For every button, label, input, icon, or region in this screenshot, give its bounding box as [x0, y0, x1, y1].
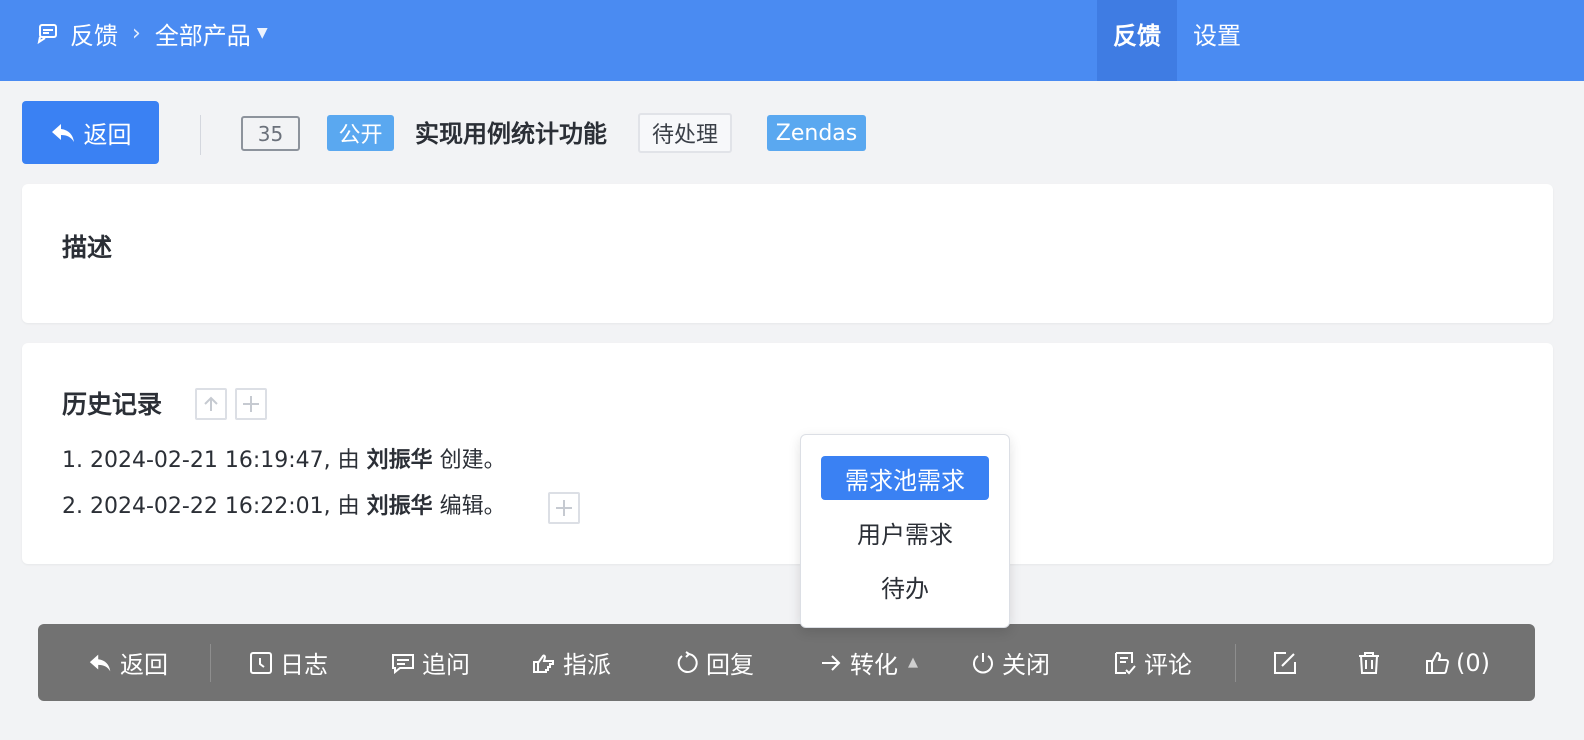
back-arrow-icon — [89, 654, 111, 671]
clock-icon — [250, 651, 272, 674]
arrow-right-icon — [822, 654, 841, 671]
assign-label: 指派 — [563, 651, 611, 679]
visibility-badge: 公开 — [327, 115, 394, 151]
feedback-id: 35 — [241, 116, 300, 151]
history-entry-time: 1. 2024-02-21 16:19:47, 由 — [62, 448, 367, 473]
close-label: 关闭 — [1002, 651, 1050, 679]
top-navbar: 反馈 › 全部产品 ▼ 反馈 设置 — [0, 0, 1584, 81]
history-heading: 历史记录 — [62, 390, 163, 419]
back-button-label: 返回 — [83, 121, 132, 149]
toolbar-back-label: 返回 — [120, 651, 168, 679]
history-entry-user: 刘振华 — [366, 494, 433, 519]
comment-edit-icon — [1115, 651, 1136, 674]
action-toolbar: 返回 日志 追问 指派 回复 转化 ▲ 关闭 评论 (0) — [38, 624, 1535, 701]
expand-entry-button[interactable] — [548, 492, 580, 524]
product-switcher[interactable]: 全部产品 — [155, 16, 251, 51]
message-icon — [392, 653, 414, 674]
menu-item-requirement-pool[interactable]: 需求池需求 — [821, 456, 989, 500]
description-card: 描述 — [22, 184, 1553, 323]
tab-feedback[interactable]: 反馈 — [1097, 0, 1177, 81]
comment-label: 评论 — [1144, 651, 1192, 679]
convert-dropdown-menu: 需求池需求 用户需求 待办 — [800, 434, 1010, 628]
caret-down-icon[interactable]: ▼ — [257, 25, 268, 41]
reply-button[interactable]: 回复 — [674, 624, 754, 701]
hand-point-icon — [533, 654, 554, 673]
status-badge: 待处理 — [638, 113, 732, 153]
back-arrow-icon — [51, 123, 74, 142]
ask-button[interactable]: 追问 — [390, 624, 470, 701]
menu-item-user-requirement[interactable]: 用户需求 — [821, 510, 989, 554]
history-entry-user: 刘振华 — [366, 448, 433, 473]
toolbar-divider — [210, 644, 211, 682]
history-entry: 2. 2024-02-22 16:22:01, 由 刘振华 编辑。 — [62, 492, 506, 522]
divider — [200, 115, 201, 155]
history-entry-action: 创建。 — [432, 448, 506, 473]
feedback-title: 实现用例统计功能 — [415, 120, 607, 148]
tab-settings[interactable]: 设置 — [1177, 0, 1257, 66]
delete-button[interactable] — [1356, 624, 1388, 701]
ask-label: 追问 — [422, 651, 470, 679]
history-entry: 1. 2024-02-21 16:19:47, 由 刘振华 创建。 — [62, 446, 506, 476]
power-icon — [973, 652, 993, 673]
like-count: (0) — [1456, 648, 1490, 677]
history-card: 历史记录 1. 2024-02-21 16:19:47, 由 刘振华 创建。 2… — [22, 343, 1553, 564]
description-heading: 描述 — [62, 233, 113, 262]
convert-label: 转化 — [850, 651, 898, 679]
edit-button[interactable] — [1272, 624, 1304, 701]
thumbs-up-icon — [1426, 651, 1450, 674]
product-badge: Zendas — [767, 115, 866, 151]
plus-icon — [243, 396, 259, 412]
convert-button[interactable]: 转化 ▲ — [818, 624, 918, 701]
history-entry-action: 编辑。 — [432, 494, 506, 519]
reply-label: 回复 — [706, 651, 754, 679]
feedback-header: 返回 35 公开 实现用例统计功能 待处理 Zendas — [22, 101, 1562, 164]
chevron-right-icon: › — [132, 20, 141, 46]
edit-icon — [1274, 651, 1296, 674]
arrow-up-icon — [204, 396, 218, 411]
refresh-icon — [677, 650, 698, 673]
breadcrumb: 反馈 › 全部产品 ▼ — [36, 0, 268, 66]
toolbar-divider — [1235, 644, 1236, 682]
toolbar-back-button[interactable]: 返回 — [88, 624, 168, 701]
feedback-icon — [37, 24, 57, 45]
breadcrumb-home[interactable]: 反馈 — [70, 16, 118, 51]
back-button[interactable]: 返回 — [22, 101, 159, 164]
top-nav-tabs: 反馈 设置 — [1097, 0, 1257, 81]
plus-icon — [556, 500, 572, 516]
expand-all-button[interactable] — [235, 388, 267, 420]
menu-item-todo[interactable]: 待办 — [821, 564, 989, 608]
comment-button[interactable]: 评论 — [1112, 624, 1192, 701]
log-button[interactable]: 日志 — [248, 624, 328, 701]
history-entry-time: 2. 2024-02-22 16:22:01, 由 — [62, 494, 367, 519]
like-button[interactable]: (0) — [1424, 624, 1490, 701]
trash-icon — [1359, 651, 1379, 674]
sort-up-button[interactable] — [195, 388, 227, 420]
log-label: 日志 — [280, 651, 328, 679]
caret-up-icon: ▲ — [908, 655, 918, 670]
close-button[interactable]: 关闭 — [970, 624, 1050, 701]
assign-button[interactable]: 指派 — [531, 624, 611, 701]
